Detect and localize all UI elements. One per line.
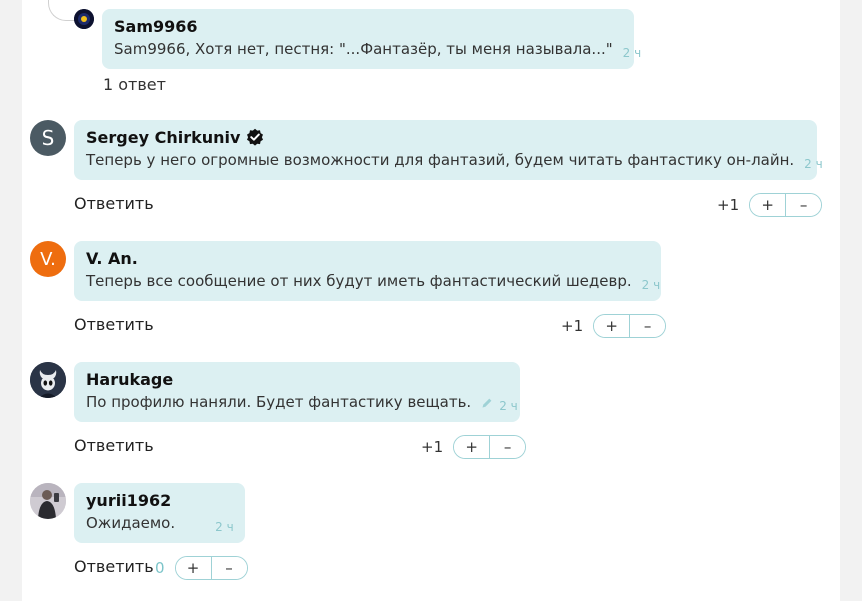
downvote-button[interactable]: – (489, 436, 526, 458)
reply-button[interactable]: Ответить (74, 436, 154, 455)
right-page-margin (840, 0, 862, 601)
upvote-button[interactable]: + (175, 557, 211, 579)
comment-author[interactable]: Sam9966 (114, 15, 622, 37)
comment-author[interactable]: yurii1962 (86, 489, 233, 511)
avatar-harukage-image (30, 362, 66, 398)
verified-check-icon (246, 128, 264, 146)
comment-author[interactable]: Sergey Chirkuniv (86, 128, 240, 147)
vote-score: +1 (421, 438, 444, 456)
comment-text: Sam9966, Хотя нет, пестня: "...Фантазёр,… (114, 40, 613, 58)
vote-controls: +1 + – (421, 435, 527, 459)
comment-bubble: Harukage По профилю наняли. Будет фантас… (74, 362, 520, 422)
reply-button[interactable]: Ответить (74, 315, 154, 334)
comment-bubble: V. An. Теперь все сообщение от них будут… (74, 241, 661, 301)
comment-time[interactable]: 2 ч (499, 399, 518, 413)
comment-time[interactable]: 2 ч (623, 46, 642, 60)
vote-controls: +1 + – (561, 314, 667, 338)
downvote-button[interactable]: – (785, 194, 822, 216)
downvote-button[interactable]: – (629, 315, 666, 337)
vote-score: +1 (561, 317, 584, 335)
upvote-button[interactable]: + (594, 315, 630, 337)
avatar-letter: V. (40, 248, 56, 270)
avatar-sergey-chirkuniv[interactable]: S (30, 120, 66, 156)
avatar-yurii1962-image (30, 483, 66, 519)
upvote-button[interactable]: + (454, 436, 490, 458)
comment-text: По профилю наняли. Будет фантастику веща… (86, 393, 472, 411)
comment-time[interactable]: 2 ч (215, 520, 234, 534)
comment-text: Теперь у него огромные возможности для ф… (86, 151, 795, 169)
downvote-button[interactable]: – (210, 557, 247, 579)
reply-button[interactable]: Ответить (74, 557, 154, 576)
comment-time[interactable]: 2 ч (642, 278, 661, 292)
avatar-sam9966[interactable] (74, 9, 94, 29)
vote-controls: +1 + – (717, 193, 823, 217)
comment-text: Теперь все сообщение от них будут иметь … (86, 272, 632, 290)
vote-score: +1 (717, 196, 740, 214)
thread-connector-line (48, 0, 75, 21)
vote-score: 0 (155, 559, 165, 577)
pencil-icon (481, 395, 493, 413)
reply-button[interactable]: Ответить (74, 194, 154, 213)
avatar-v-an[interactable]: V. (30, 241, 66, 277)
comment-time[interactable]: 2 ч (804, 157, 823, 171)
comment-author[interactable]: V. An. (86, 247, 649, 269)
comment-author[interactable]: Harukage (86, 368, 508, 390)
comment-text: Ожидаемо. (86, 514, 176, 532)
replies-count-link[interactable]: 1 ответ (103, 75, 166, 94)
comment-bubble: yurii1962 Ожидаемо. 2 ч (74, 483, 245, 543)
left-page-margin (0, 0, 22, 601)
avatar-harukage[interactable] (30, 362, 66, 398)
vote-controls: 0 + – (155, 556, 248, 580)
comment-bubble: Sam9966 Sam9966, Хотя нет, пестня: "...Ф… (102, 9, 641, 69)
avatar-yurii1962[interactable] (30, 483, 66, 519)
avatar-sam9966-image (74, 9, 94, 29)
upvote-button[interactable]: + (750, 194, 786, 216)
avatar-letter: S (41, 126, 55, 150)
comment-bubble: Sergey Chirkuniv Теперь у него огромные … (74, 120, 823, 180)
